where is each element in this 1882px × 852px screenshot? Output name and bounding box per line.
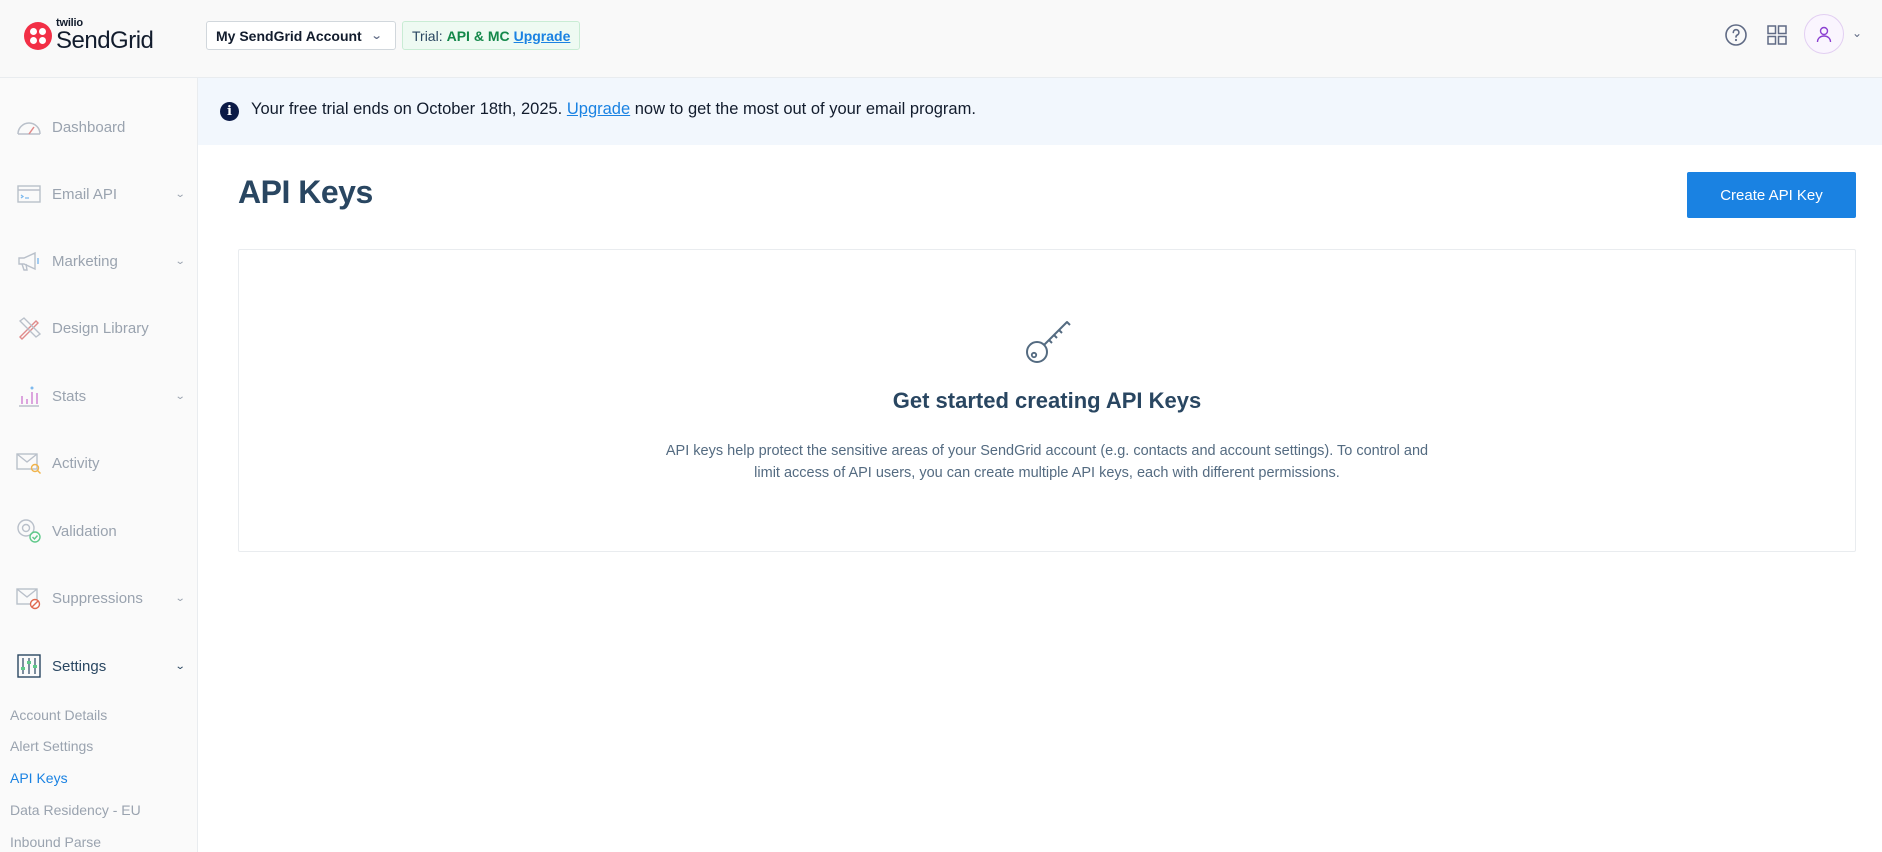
sidebar-subitem-inbound-parse[interactable]: Inbound Parse [10, 834, 101, 850]
banner-text: Your free trial ends on October 18th, 20… [251, 100, 976, 119]
chevron-down-icon: ⌄ [174, 390, 186, 402]
sidebar-item-label: Settings [52, 657, 107, 675]
sendgrid-logo[interactable]: twilio SendGrid [24, 18, 154, 54]
megaphone-icon [16, 248, 42, 274]
sidebar-item-dashboard[interactable]: Dashboard [0, 105, 197, 149]
pencil-ruler-icon [16, 315, 42, 341]
sidebar-item-settings[interactable]: Settings ⌄ [0, 644, 197, 688]
terminal-card-icon [16, 181, 42, 207]
sidebar-item-label: Validation [52, 522, 117, 540]
envelope-block-icon [16, 585, 42, 611]
banner-text-before: Your free trial ends on October 18th, 20… [251, 100, 563, 118]
empty-state-description: API keys help protect the sensitive area… [644, 440, 1450, 484]
bar-chart-icon [16, 383, 42, 409]
chevron-down-icon: ⌄ [174, 660, 186, 672]
at-check-icon [16, 518, 42, 544]
chevron-down-icon: ⌄ [174, 255, 186, 267]
logo-big-text: SendGrid [56, 27, 154, 54]
gauge-icon [16, 114, 42, 140]
sidebar-item-label: Stats [52, 387, 87, 405]
account-name: My SendGrid Account [216, 27, 362, 44]
chevron-down-icon[interactable]: ⌄ [1852, 26, 1862, 40]
sidebar-item-label: Marketing [52, 252, 118, 270]
empty-state-title: Get started creating API Keys [892, 388, 1202, 413]
trial-badge: Trial: API & MC Upgrade [402, 21, 581, 50]
key-icon [1026, 321, 1071, 363]
sidebar-subitem-api-keys[interactable]: API Keys [10, 770, 68, 786]
page-title: API Keys [238, 174, 373, 210]
trial-upgrade-link[interactable]: Upgrade [514, 28, 571, 44]
empty-desc-line-2: limit access of API users, you can creat… [754, 465, 1340, 481]
sidebar-item-marketing[interactable]: Marketing ⌄ [0, 239, 197, 283]
app-grid-icon[interactable] [1764, 22, 1790, 48]
sidebar-item-label: Dashboard [52, 118, 126, 136]
sidebar-subitem-alert-settings[interactable]: Alert Settings [10, 738, 93, 754]
sidebar-item-validation[interactable]: Validation [0, 509, 197, 553]
sidebar-item-email-api[interactable]: Email API ⌄ [0, 172, 197, 216]
trial-label: Trial: [412, 27, 443, 44]
sliders-icon [16, 653, 42, 679]
sidebar-item-stats[interactable]: Stats ⌄ [0, 374, 197, 418]
envelope-search-icon [16, 450, 42, 476]
sidebar-item-label: Suppressions [52, 589, 143, 607]
create-api-key-button[interactable]: Create API Key [1687, 172, 1856, 218]
twilio-logo-icon [24, 21, 52, 50]
sidebar-item-design-library[interactable]: Design Library [0, 306, 197, 350]
trial-plan: API & MC [446, 27, 510, 44]
sidebar: Dashboard Email API ⌄ Marketing ⌄ Design… [0, 78, 198, 852]
account-selector[interactable]: My SendGrid Account ⌄ [206, 21, 396, 50]
user-icon [1816, 26, 1832, 43]
sidebar-subitem-data-residency-eu[interactable]: Data Residency - EU [10, 802, 141, 818]
empty-state-card: Get started creating API Keys API keys h… [238, 249, 1856, 552]
sidebar-item-activity[interactable]: Activity [0, 441, 197, 485]
trial-banner: i Your free trial ends on October 18th, … [198, 78, 1882, 145]
sidebar-subitem-account-details[interactable]: Account Details [10, 707, 107, 723]
top-bar: twilio SendGrid My SendGrid Account ⌄ Tr… [0, 0, 1882, 78]
sidebar-item-label: Design Library [52, 319, 149, 337]
info-icon: i [220, 102, 239, 121]
chevron-down-icon: ⌄ [174, 188, 186, 200]
empty-desc-line-1: API keys help protect the sensitive area… [665, 443, 1429, 459]
sidebar-item-label: Activity [52, 454, 100, 472]
avatar[interactable] [1804, 14, 1844, 54]
banner-upgrade-link[interactable]: Upgrade [567, 100, 630, 118]
sidebar-item-label: Email API [52, 185, 118, 203]
banner-text-after: now to get the most out of your email pr… [634, 100, 976, 118]
sidebar-item-suppressions[interactable]: Suppressions ⌄ [0, 576, 197, 620]
help-icon[interactable] [1723, 22, 1749, 48]
chevron-down-icon: ⌄ [370, 30, 383, 42]
chevron-down-icon: ⌄ [174, 592, 186, 604]
